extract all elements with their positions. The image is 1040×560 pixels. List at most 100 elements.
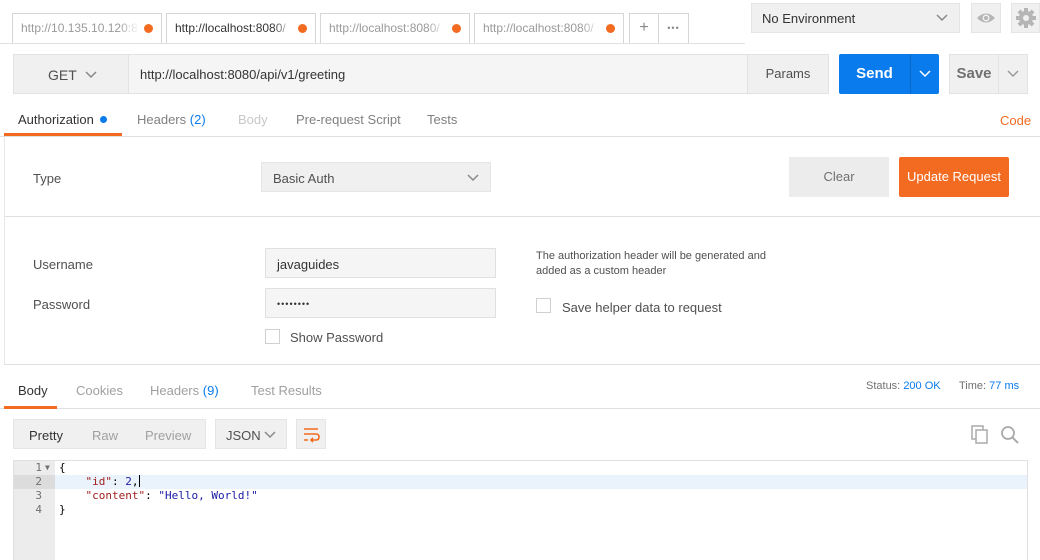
tab-tests[interactable]: Tests [427,112,457,127]
username-field[interactable]: javaguides [265,248,496,278]
chevron-down-icon [919,70,931,78]
generate-code-link[interactable]: Code [1000,113,1031,128]
json-value: "Hello, World!" [158,489,258,502]
save-button[interactable]: Save [949,54,999,94]
save-options-button[interactable] [998,54,1028,94]
tab-prerequest-script[interactable]: Pre-request Script [296,112,401,127]
active-tab-underline [4,406,57,409]
tab-headers-label: Headers [137,112,187,127]
unsaved-dot-icon [298,24,307,33]
tab-authorization[interactable]: Authorization [18,112,107,127]
url-input[interactable]: http://localhost:8080/api/v1/greeting [129,54,748,94]
environment-select[interactable]: No Environment [751,3,960,33]
clear-button[interactable]: Clear [789,157,889,197]
chevron-down-icon [1007,70,1019,78]
json-key: "id" [85,475,113,488]
password-value: •••••••• [277,299,311,309]
environment-value: No Environment [762,11,856,26]
format-value: JSON [226,428,261,443]
password-label: Password [33,297,91,312]
url-value: http://localhost:8080/api/v1/greeting [140,67,346,82]
unsaved-dot-icon [144,24,153,33]
send-options-button[interactable] [910,54,939,94]
send-button[interactable]: Send [839,54,910,94]
method-value: GET [48,67,77,83]
chevron-down-icon [936,14,948,22]
request-tab-2[interactable]: http://localhost:8080/ [166,13,316,43]
tab-response-body-label: Body [18,383,48,398]
unsaved-dot-icon [452,24,461,33]
params-button[interactable]: Params [747,54,829,94]
code-text: "id": 2, [85,475,140,488]
headers-count: (2) [189,112,206,127]
auth-type-select[interactable]: Basic Auth [261,162,491,192]
save-label: Save [956,65,992,82]
params-label: Params [765,66,811,81]
code-text: } [59,503,66,516]
tab-body[interactable]: Body [238,112,268,127]
view-pretty-button[interactable]: Pretty [29,428,63,443]
view-preview-label: Preview [145,428,192,443]
tab-response-headers-label: Headers [150,383,200,398]
view-pretty-label: Pretty [29,428,63,443]
chevron-down-icon [85,71,97,79]
plus-icon: + [639,19,649,36]
time-label: Time: [959,380,987,392]
manage-environments-button[interactable] [1011,3,1040,33]
eye-icon [977,13,995,23]
update-request-button[interactable]: Update Request [899,157,1009,197]
show-password-checkbox[interactable] [265,329,280,344]
active-tab-underline [4,133,122,136]
tab-response-headers[interactable]: Headers (9) [150,383,219,398]
text-cursor [138,475,140,487]
response-status: Status: 200 OK [866,380,941,392]
tab-cookies[interactable]: Cookies [76,383,123,398]
tab-authorization-label: Authorization [18,112,94,127]
auth-header-note: The authorization header will be generat… [536,250,766,277]
request-tab-1[interactable]: http://10.135.10.120:8 [12,13,162,43]
password-field[interactable]: •••••••• [265,288,496,318]
request-tab-3[interactable]: http://localhost:8080/ [320,13,470,43]
response-section-tabs: Body Cookies Headers (9) Test Results St… [0,366,1040,409]
gear-icon [1016,8,1036,28]
tab-response-body[interactable]: Body [18,383,48,398]
add-tab-button[interactable]: + [629,13,659,43]
chevron-down-icon [264,431,276,439]
line-number: 4 [35,503,42,516]
search-icon[interactable] [999,424,1021,446]
tab-prerequest-label: Pre-request Script [296,112,401,127]
tab-test-results[interactable]: Test Results [251,383,322,398]
environment-quick-look-button[interactable] [971,3,1001,33]
username-label: Username [33,257,93,272]
more-tabs-button[interactable]: ••• [658,13,689,43]
json-value: 2 [125,475,132,488]
format-select[interactable]: JSON [215,419,287,449]
view-raw-label: Raw [92,428,119,443]
save-helper-checkbox[interactable] [536,298,551,313]
wrap-lines-button[interactable] [296,419,326,449]
response-body-editor[interactable]: 1 ▼ { 2 "id": 2, 3 "content": "Hello, Wo… [13,460,1028,560]
tab-headers[interactable]: Headers (2) [137,112,206,127]
tab-tests-label: Tests [427,112,458,127]
view-mode-group: Pretty Raw Preview [13,419,206,449]
view-preview-button[interactable]: Preview [145,428,191,443]
fold-toggle-icon[interactable]: ▼ [45,461,50,475]
request-tab-4[interactable]: http://localhost:8080/ [474,13,624,43]
request-tab-label: http://localhost:8080/ [175,21,286,35]
update-request-label: Update Request [907,169,1001,184]
send-label: Send [856,65,893,82]
copy-icon[interactable] [969,424,991,446]
code-line: 2 "id": 2, [14,475,1027,489]
code-text: "content": "Hello, World!" [85,489,258,502]
code-line: 4 } [14,503,1027,517]
username-value: javaguides [277,257,340,272]
wrap-lines-icon [304,428,320,443]
method-select[interactable]: GET [13,54,129,94]
show-password-label: Show Password [290,330,384,345]
line-number: 2 [14,475,55,489]
time-value[interactable]: 77 ms [989,380,1019,392]
ellipsis-icon: ••• [667,23,680,33]
line-number: 3 [35,489,42,502]
view-raw-button[interactable]: Raw [92,428,118,443]
status-value[interactable]: 200 OK [903,380,940,392]
